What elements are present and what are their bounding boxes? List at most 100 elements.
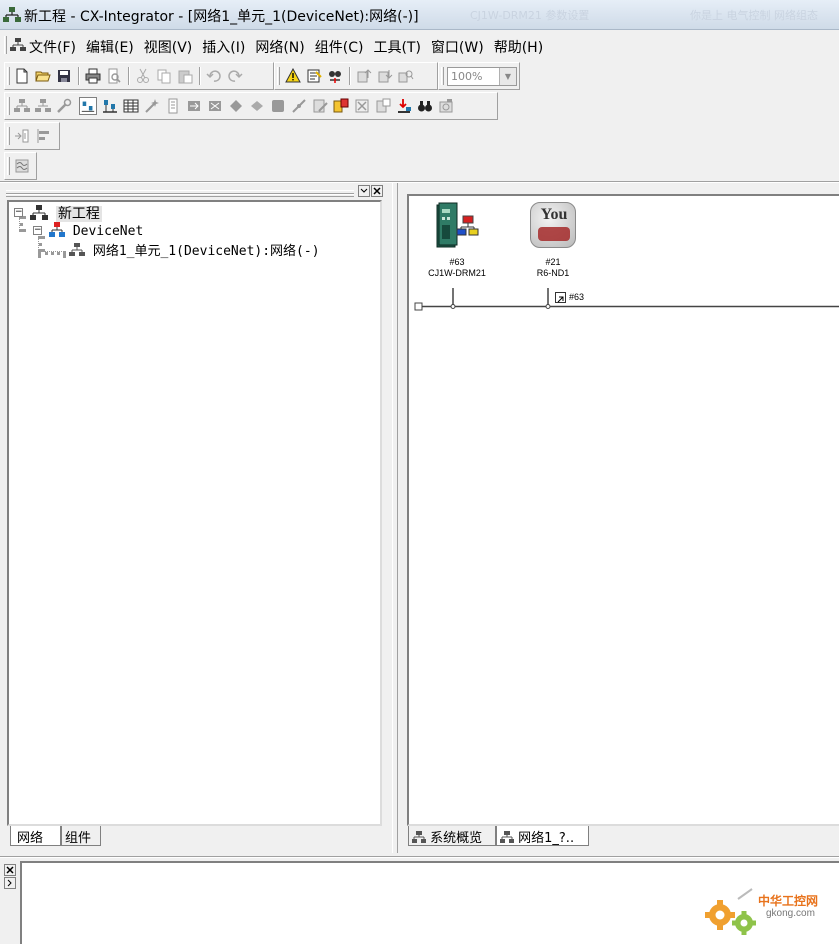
redo-icon[interactable] — [227, 68, 243, 84]
network-config-icon[interactable] — [35, 98, 51, 114]
tree-item-network-unit[interactable]: 网络1_单元_1(DeviceNet):网络(-) — [69, 240, 320, 259]
pane-header — [6, 185, 384, 199]
split-tool-icon[interactable] — [291, 98, 307, 114]
download-icon[interactable] — [377, 68, 393, 84]
device1-node-address: #63 — [449, 257, 465, 267]
open-folder-icon[interactable] — [35, 68, 51, 84]
master-unit-icon[interactable] — [431, 201, 481, 251]
delete-device-icon[interactable] — [354, 98, 370, 114]
menu-bar: 文件(F) 编辑(E) 视图(V) 插入(I) 网络(N) 组件(C) 工具(T… — [0, 30, 839, 60]
zoom-value: 100% — [451, 70, 483, 83]
layout-toolbar — [4, 122, 60, 150]
search-device-icon[interactable] — [327, 68, 343, 84]
align-bars-icon[interactable] — [35, 128, 51, 144]
tab-network[interactable]: 网络 — [10, 826, 61, 846]
watermark-logo: 中华工控网 gkong.com — [700, 880, 835, 940]
menu-help[interactable]: 帮助(H) — [494, 37, 543, 57]
toolbar-grip[interactable] — [277, 67, 280, 85]
copy-icon[interactable] — [156, 68, 172, 84]
monitor-wand-icon[interactable] — [144, 98, 160, 114]
parameter-edit-icon[interactable] — [306, 68, 322, 84]
document-network-icon[interactable] — [10, 38, 26, 52]
table-grid-icon[interactable] — [123, 98, 139, 114]
edit-parameters-icon[interactable] — [312, 98, 328, 114]
pane-restore-button[interactable] — [358, 185, 370, 197]
network-trunk-line[interactable] — [409, 284, 839, 314]
output-restore-button[interactable] — [4, 877, 16, 889]
network-unit-icon — [69, 243, 85, 256]
tree-item-devicenet[interactable]: DeviceNet — [49, 222, 143, 239]
install-arrow-icon[interactable] — [396, 98, 412, 114]
insert-between-icon[interactable] — [14, 128, 30, 144]
camera-upload-icon[interactable] — [438, 98, 454, 114]
menu-edit[interactable]: 编辑(E) — [86, 37, 134, 57]
toolbar-grip[interactable] — [7, 127, 10, 145]
menu-tools[interactable]: 工具(T) — [373, 37, 420, 57]
overview-network-icon — [412, 831, 426, 843]
tab-network-view[interactable]: 网络1_?.. — [496, 826, 589, 846]
menu-view[interactable]: 视图(V) — [144, 37, 193, 57]
network-diagram-canvas[interactable]: #63 CJ1W-DRM21 You #21 R6-ND1 #63 — [407, 194, 839, 826]
menu-file[interactable]: 文件(F) — [29, 37, 76, 57]
diamond-down-icon[interactable] — [249, 98, 265, 114]
paste-icon[interactable] — [177, 68, 193, 84]
node-address-icon[interactable] — [79, 97, 97, 115]
diamond-up-icon[interactable] — [228, 98, 244, 114]
component-toolbar — [4, 92, 498, 120]
slave-device-icon[interactable]: You — [530, 202, 576, 248]
io-table-icon[interactable] — [186, 98, 202, 114]
gear-icon — [705, 888, 756, 935]
compare-icon[interactable] — [398, 68, 414, 84]
menu-window[interactable]: 窗口(W) — [431, 37, 484, 57]
tab-system-overview-label: 系统概览 — [430, 831, 483, 846]
device1-model-label: CJ1W-DRM21 — [428, 268, 486, 278]
network-tree-icon[interactable] — [14, 98, 30, 114]
warning-icon[interactable] — [285, 68, 301, 84]
tree-project-label: 新工程 — [55, 206, 102, 222]
save-disk-icon[interactable] — [56, 68, 72, 84]
status-box-icon[interactable] — [270, 98, 286, 114]
menu-grip[interactable] — [4, 36, 7, 54]
new-file-icon[interactable] — [14, 68, 30, 84]
zoom-toolbar: 100% ▼ — [438, 62, 520, 90]
standard-toolbar — [4, 62, 274, 90]
network-tree[interactable]: − 新工程 − DeviceNet 网络1_单元_1(DeviceNet):网络… — [7, 200, 382, 826]
print-icon[interactable] — [85, 68, 101, 84]
menu-component[interactable]: 组件(C) — [315, 37, 364, 57]
devicenet-icon — [49, 222, 65, 237]
chevron-down-icon[interactable]: ▼ — [499, 68, 516, 85]
device-properties-icon[interactable] — [375, 98, 391, 114]
toolbar-grip[interactable] — [7, 157, 10, 175]
register-device-icon[interactable] — [333, 98, 349, 114]
tree-item-project[interactable]: 新工程 — [30, 203, 102, 223]
extra-toolbar — [4, 152, 37, 180]
toolbar-grip[interactable] — [441, 67, 444, 85]
menu-insert[interactable]: 插入(I) — [202, 37, 245, 57]
device-list-icon[interactable] — [102, 98, 118, 114]
binoculars-icon[interactable] — [417, 98, 433, 114]
tools-wrench-icon[interactable] — [56, 98, 72, 114]
connection-shortcut-icon[interactable] — [555, 292, 566, 303]
memo-icon[interactable] — [165, 98, 181, 114]
tab-network-view-label: 网络1_?.. — [518, 831, 575, 846]
pane-close-button[interactable] — [371, 185, 383, 197]
project-network-icon — [30, 205, 48, 220]
toolbar-grip[interactable] — [7, 97, 10, 115]
upload-icon[interactable] — [356, 68, 372, 84]
menu-network[interactable]: 网络(N) — [255, 37, 304, 57]
tree-expander-root[interactable]: − — [14, 208, 23, 217]
tab-component[interactable]: 组件 — [61, 826, 101, 846]
background-window-tab-1: CJ1W-DRM21 参数设置 — [470, 9, 590, 22]
tree-expander-devicenet[interactable]: − — [33, 226, 42, 235]
zoom-select[interactable]: 100% ▼ — [447, 67, 517, 86]
io-map-icon[interactable] — [207, 98, 223, 114]
output-close-button[interactable] — [4, 864, 16, 876]
toolbar-grip[interactable] — [7, 67, 10, 85]
network-wave-icon[interactable] — [14, 158, 30, 174]
print-preview-icon[interactable] — [106, 68, 122, 84]
arrow-icon — [557, 296, 564, 303]
tab-system-overview[interactable]: 系统概览 — [408, 826, 496, 846]
cut-icon[interactable] — [135, 68, 151, 84]
title-bar: 新工程 - CX-Integrator - [网络1_单元_1(DeviceNe… — [0, 0, 839, 30]
undo-icon[interactable] — [206, 68, 222, 84]
